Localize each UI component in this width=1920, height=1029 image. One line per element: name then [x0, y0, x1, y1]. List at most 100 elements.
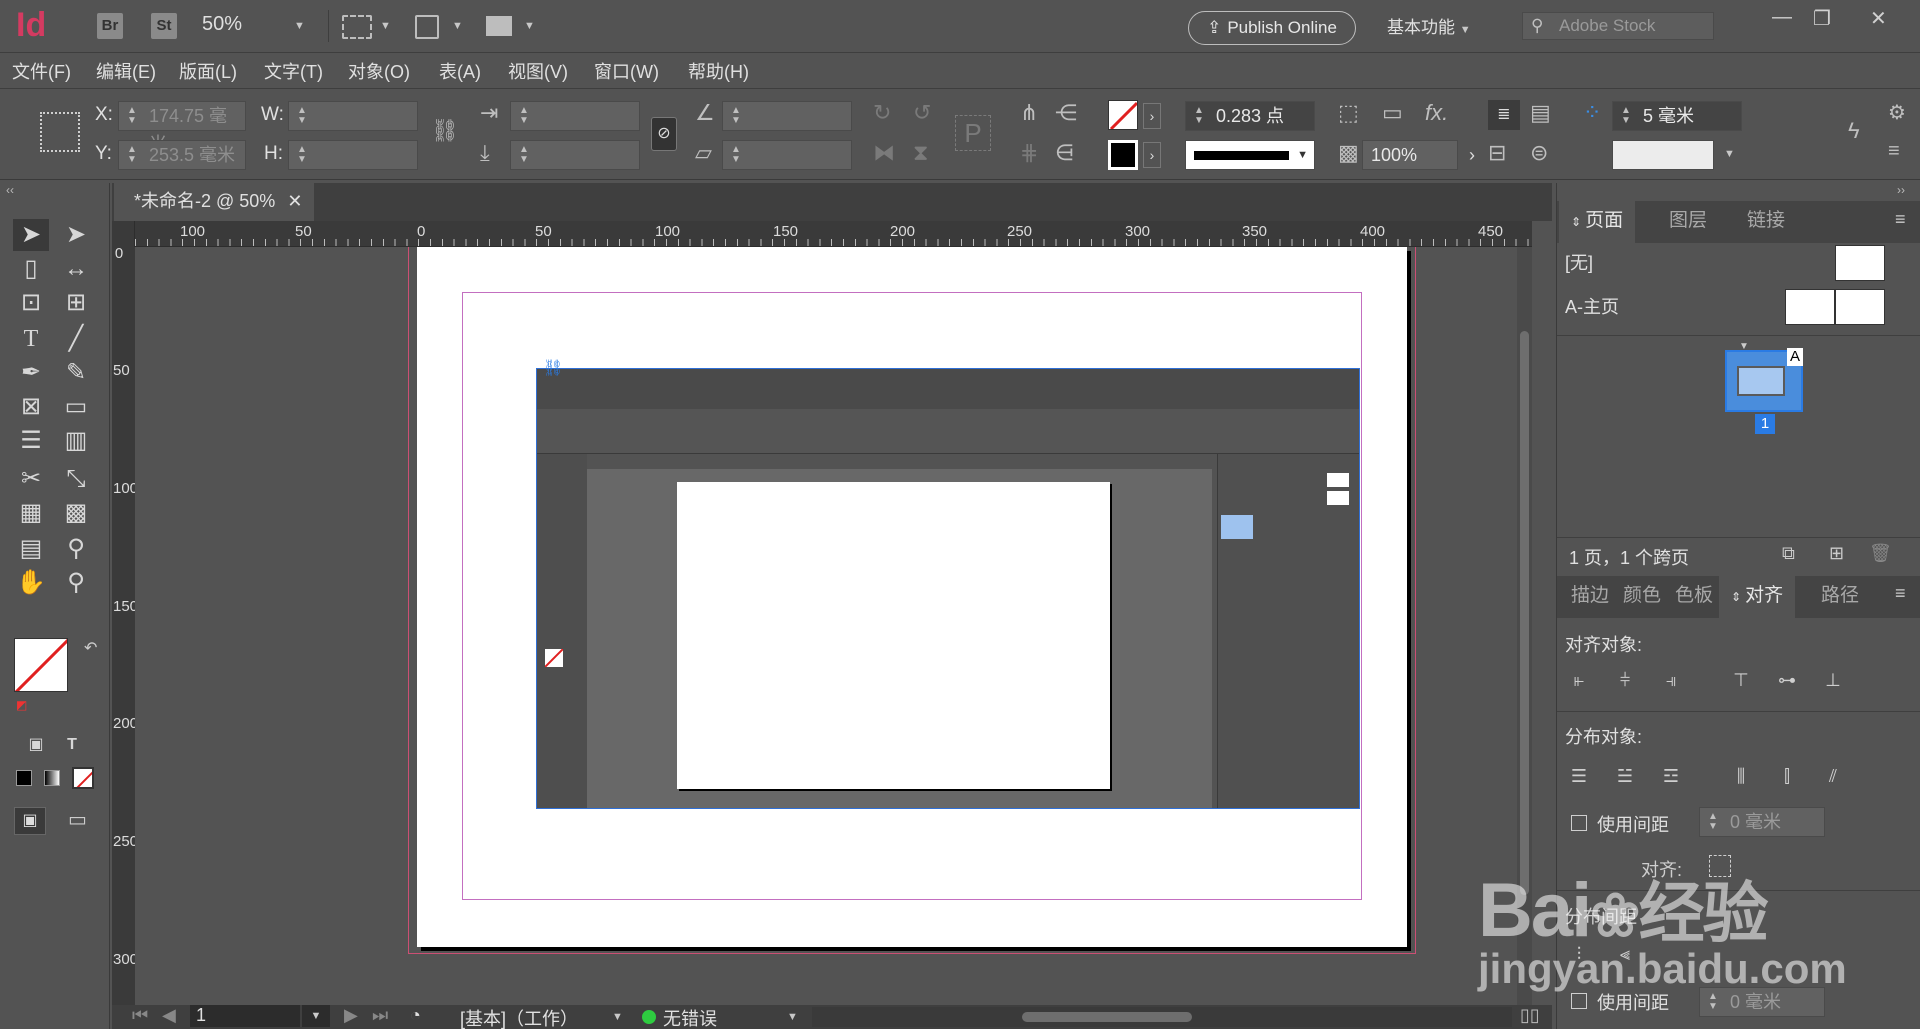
rotation-field[interactable]: ▲ ▼ — [722, 101, 852, 131]
tab-pages[interactable]: ⇕ 页面 — [1559, 201, 1636, 243]
menu-view[interactable]: 视图(V) — [508, 58, 568, 84]
menu-object[interactable]: 对象(O) — [348, 58, 410, 84]
tab-stroke[interactable]: 描边 — [1565, 576, 1615, 618]
formatting-container-icon[interactable]: ▣ — [18, 729, 54, 761]
menu-window[interactable]: 窗口(W) — [594, 58, 659, 84]
eyedropper-tool-icon[interactable]: ⚲ — [58, 533, 94, 565]
zoom-level[interactable]: 50% — [202, 13, 242, 36]
content-placer-icon[interactable]: ⊞ — [58, 287, 94, 319]
tab-links[interactable]: 链接 — [1735, 201, 1797, 243]
last-page-icon[interactable]: ⏭ — [372, 1005, 388, 1026]
auto-fit-icon[interactable]: ⬚ — [1338, 100, 1359, 126]
page-number-field[interactable]: 1 — [190, 1005, 300, 1027]
menu-file[interactable]: 文件(F) — [12, 58, 71, 84]
frame-fitting-caret-icon[interactable]: ▼ — [1724, 148, 1735, 160]
align-horizontal-centers-icon[interactable]: ⫩ — [1609, 665, 1641, 695]
fill-arrow-icon[interactable]: › — [1143, 103, 1161, 129]
arrange-documents-icon[interactable] — [486, 16, 512, 36]
stock-search-field[interactable]: ⚲ Adobe Stock — [1522, 12, 1714, 40]
master-right-thumb[interactable] — [1835, 289, 1885, 325]
horizontal-ruler[interactable]: 100 50 0 50 100 150 200 250 300 350 400 … — [135, 221, 1532, 247]
vertical-grid-tool-icon[interactable]: ▥ — [58, 425, 94, 457]
tab-layers[interactable]: 图层 — [1657, 201, 1719, 243]
screen-mode-toggle-icon[interactable]: ▭ — [68, 807, 87, 832]
edit-page-size-icon[interactable]: ⧉ — [1782, 543, 1795, 564]
tab-pathfinder[interactable]: 路径 — [1809, 576, 1871, 618]
ruler-origin[interactable] — [112, 221, 135, 247]
rectangle-frame-tool-icon[interactable]: ⊠ — [13, 391, 49, 423]
view-mode-icon[interactable]: ▣ — [14, 807, 46, 835]
pencil-tool-icon[interactable]: ✎ — [58, 357, 94, 389]
select-next-icon[interactable]: ⋳ — [1055, 140, 1074, 166]
zoom-tool-icon[interactable]: ⚲ — [58, 567, 94, 599]
distribute-hcenter-icon[interactable]: ⫿ — [1771, 761, 1803, 791]
open-page-icon[interactable]: ◔ — [410, 1005, 421, 1026]
opacity-icon[interactable]: ▩ — [1338, 140, 1359, 166]
preflight-status-text[interactable]: 无错误 — [663, 1005, 717, 1029]
screen-mode-icon[interactable] — [415, 15, 439, 39]
use-spacing-checkbox[interactable] — [1571, 815, 1587, 831]
fill-color-swatch[interactable] — [14, 638, 68, 692]
gradient-feather-tool-icon[interactable]: ▩ — [58, 497, 94, 529]
tab-align[interactable]: ⇕ 对齐 — [1719, 576, 1796, 618]
select-content-icon[interactable]: ⋕ — [1020, 140, 1038, 166]
x-field[interactable]: ▲▼174.75 毫米 — [118, 101, 246, 154]
master-left-thumb[interactable] — [1785, 289, 1835, 325]
menu-table[interactable]: 表(A) — [439, 58, 481, 84]
close-icon[interactable]: ✕ — [1870, 6, 1887, 31]
note-tool-icon[interactable]: ▤ — [13, 533, 49, 565]
h-field[interactable]: ▲ ▼ — [288, 140, 418, 170]
line-tool-icon[interactable]: ╱ — [58, 323, 94, 355]
screen-mode-caret-icon[interactable]: ▼ — [452, 20, 463, 32]
tab-swatches[interactable]: 色板 — [1669, 576, 1719, 618]
scale-y-icon[interactable]: ⤓ — [480, 140, 490, 166]
use-spacing-checkbox-2[interactable] — [1571, 993, 1587, 1009]
distribute-right-icon[interactable]: ⫽ — [1817, 761, 1849, 791]
text-wrap-none-icon[interactable]: ≣ — [1488, 100, 1520, 130]
control-menu-icon[interactable]: ≡ — [1888, 140, 1900, 163]
horizontal-scrollbar[interactable] — [812, 1007, 1512, 1027]
next-page-icon[interactable]: ▶ — [344, 1005, 358, 1026]
type-tool-icon[interactable]: T — [13, 323, 49, 355]
rectangle-tool-icon[interactable]: ▭ — [58, 391, 94, 423]
document-tab[interactable]: *未命名-2 @ 50% ✕ — [114, 183, 314, 221]
opacity-field[interactable]: 100% › — [1362, 140, 1475, 170]
a-master-label[interactable]: A-主页 — [1565, 293, 1619, 319]
preflight-menu-caret-icon[interactable]: ▼ — [787, 1011, 798, 1023]
rotate-ccw-icon[interactable]: ↺ — [913, 100, 931, 126]
link-badge-icon[interactable]: ⛓ — [543, 358, 563, 378]
frame-fitting-select[interactable] — [1612, 140, 1714, 170]
w-field[interactable]: ▲ ▼ — [288, 101, 418, 131]
restore-icon[interactable]: ❐ — [1813, 6, 1831, 31]
menu-edit[interactable]: 编辑(E) — [96, 58, 156, 84]
stroke-swatch-black[interactable] — [1108, 140, 1138, 170]
y-field[interactable]: ▲ ▼ 253.5 毫米 — [118, 140, 246, 170]
distribute-vcenter-icon[interactable]: ☱ — [1609, 761, 1641, 791]
minimize-icon[interactable]: — — [1772, 6, 1792, 29]
preflight-profile[interactable]: [基本]（工作） — [460, 1005, 578, 1029]
align-panel-menu-icon[interactable]: ≡ — [1895, 583, 1906, 604]
flip-horizontal-icon[interactable]: ⧓ — [873, 140, 895, 166]
distribute-bottom-icon[interactable]: ☲ — [1655, 761, 1687, 791]
path-type-icon[interactable]: P — [955, 115, 991, 151]
placed-screenshot-image[interactable] — [536, 368, 1360, 809]
align-left-edges-icon[interactable]: ⫦ — [1563, 665, 1595, 695]
apply-none-icon[interactable] — [72, 767, 94, 789]
quick-apply-icon[interactable]: ϟ — [1848, 118, 1860, 144]
swap-fill-stroke-icon[interactable]: ↶ — [84, 638, 97, 658]
scale-x-field[interactable]: ▲ ▼ — [510, 101, 640, 131]
horizontal-scrollbar-thumb[interactable] — [1022, 1012, 1192, 1022]
content-collector-icon[interactable]: ⊡ — [13, 287, 49, 319]
gradient-swatch-tool-icon[interactable]: ▦ — [13, 497, 49, 529]
direct-selection-tool-icon[interactable]: ➤ — [58, 219, 94, 251]
split-layout-icon[interactable]: ▯▯ — [1520, 1005, 1540, 1026]
workspace-switcher[interactable]: 基本功能 ▼ — [1387, 13, 1471, 38]
collapse-toolbox-icon[interactable]: ‹‹ — [6, 183, 14, 197]
link-scale-icon[interactable]: ⊘ — [651, 117, 677, 151]
align-right-edges-icon[interactable]: ⫣ — [1655, 665, 1687, 695]
formatting-text-icon[interactable]: T — [54, 729, 90, 761]
gap-tool-icon[interactable]: ⁘ — [1583, 100, 1601, 126]
vertical-ruler[interactable]: 0 50 100 150 200 250 300 — [112, 247, 135, 1005]
page-dropdown-icon[interactable]: ▼ — [302, 1005, 330, 1027]
menu-help[interactable]: 帮助(H) — [688, 58, 749, 84]
